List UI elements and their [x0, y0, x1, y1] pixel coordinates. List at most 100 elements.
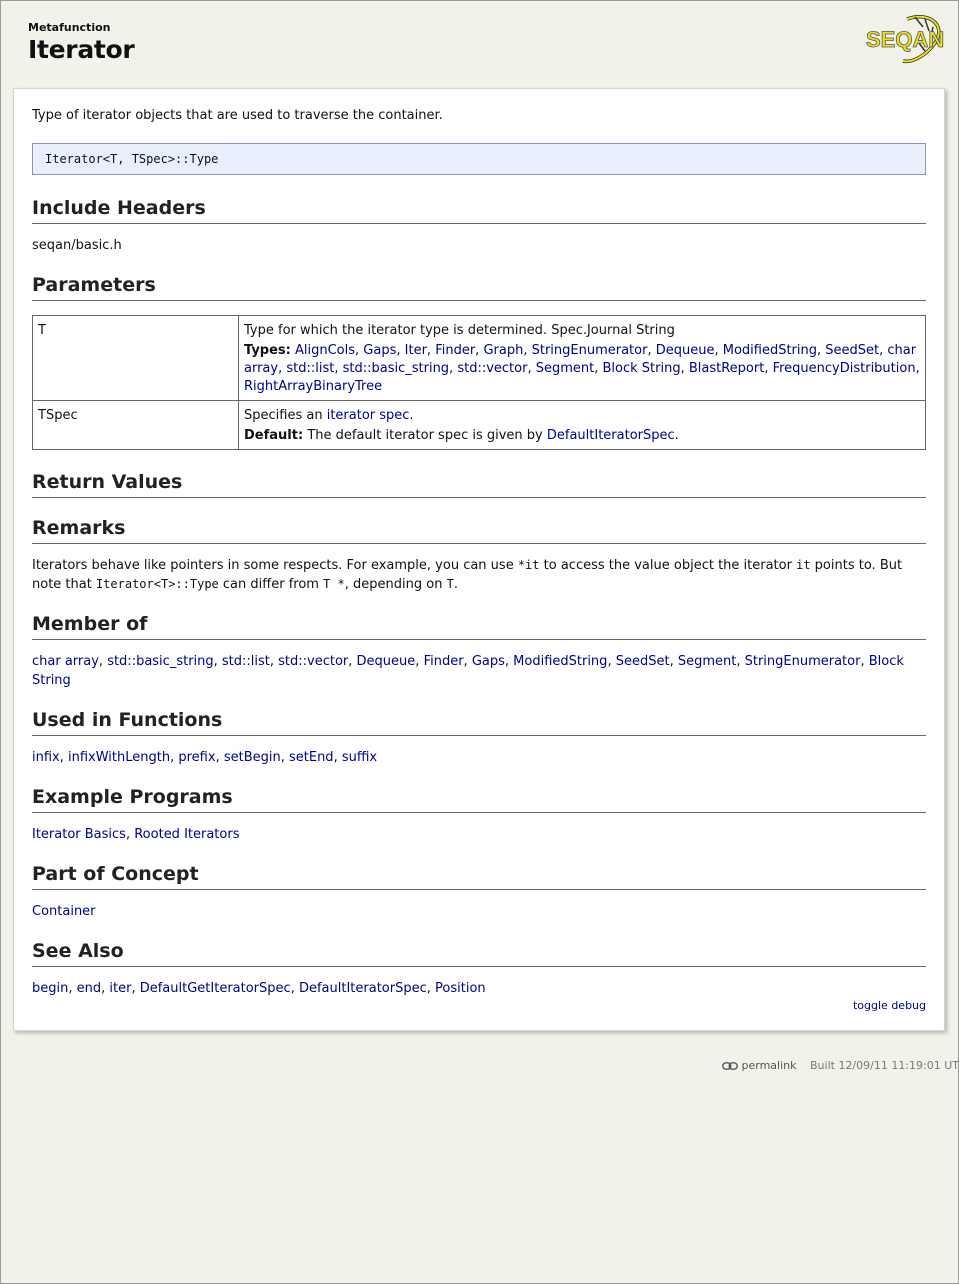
- entity-kind: Metafunction: [28, 21, 111, 34]
- link-iter[interactable]: iter: [109, 981, 131, 996]
- toggle-debug-link[interactable]: toggle debug: [853, 999, 926, 1012]
- link-setend[interactable]: setEnd: [289, 750, 334, 765]
- link-rightarraybinarytree[interactable]: RightArrayBinaryTree: [244, 379, 382, 394]
- link-aligncols[interactable]: AlignCols: [295, 343, 355, 358]
- link-begin[interactable]: begin: [32, 981, 68, 996]
- member-of-links: char array, std::basic_string, std::list…: [32, 654, 904, 688]
- code-snippet: T: [446, 577, 454, 591]
- code-snippet: *it: [517, 558, 540, 572]
- link-frequencydistribution[interactable]: FrequencyDistribution: [773, 361, 916, 376]
- footer: permalink Built 12/09/11 11:19:01 UTC: [722, 1059, 959, 1072]
- link-segment[interactable]: Segment: [678, 654, 737, 669]
- link-std-list[interactable]: std::list: [222, 654, 270, 669]
- summary: Type of iterator objects that are used t…: [32, 108, 443, 123]
- section-see-also: See Also begin, end, iter, DefaultGetIte…: [32, 939, 926, 998]
- part-of-concept-heading: Part of Concept: [32, 862, 926, 890]
- signature-box: Iterator<T, TSpec>::Type: [32, 143, 926, 175]
- default-suffix: .: [674, 428, 679, 443]
- example-programs-links: Iterator Basics, Rooted Iterators: [32, 827, 240, 842]
- see-also-links: begin, end, iter, DefaultGetIteratorSpec…: [32, 981, 486, 996]
- default-text: The default iterator spec is given by: [307, 428, 543, 443]
- parameters-heading: Parameters: [32, 273, 926, 301]
- param-name: T: [32, 315, 239, 401]
- link-gaps[interactable]: Gaps: [472, 654, 505, 669]
- link-modifiedstring[interactable]: ModifiedString: [513, 654, 607, 669]
- member-of-heading: Member of: [32, 612, 926, 640]
- param-types: Types: AlignCols, Gaps, Iter, Finder, Gr…: [244, 342, 920, 396]
- link-defaultiteratorspec[interactable]: DefaultIteratorSpec: [299, 981, 427, 996]
- link-std-basic-string[interactable]: std::basic_string: [343, 361, 449, 376]
- link-stringenumerator[interactable]: StringEnumerator: [745, 654, 861, 669]
- types-label: Types:: [244, 343, 291, 358]
- link-std-vector[interactable]: std::vector: [457, 361, 527, 376]
- link-block-string[interactable]: Block String: [602, 361, 680, 376]
- link-segment[interactable]: Segment: [536, 361, 595, 376]
- remarks-text: Iterators behave like pointers in some r…: [32, 558, 903, 592]
- page-header: Metafunction Iterator: [28, 21, 135, 64]
- section-return-values: Return Values: [32, 470, 926, 498]
- link-finder[interactable]: Finder: [424, 654, 464, 669]
- link-iter[interactable]: Iter: [405, 343, 427, 358]
- default-iterator-spec-link[interactable]: DefaultIteratorSpec: [547, 428, 675, 443]
- section-include-headers: Include Headers seqan/basic.h: [32, 196, 926, 255]
- section-part-of-concept: Part of Concept Container: [32, 862, 926, 921]
- link-rooted-iterators[interactable]: Rooted Iterators: [134, 827, 239, 842]
- used-in-functions-heading: Used in Functions: [32, 708, 926, 736]
- section-used-in-functions: Used in Functions infix, infixWithLength…: [32, 708, 926, 767]
- param-description-cell: Specifies an iterator spec. Default: The…: [238, 400, 926, 450]
- see-also-heading: See Also: [32, 939, 926, 967]
- part-of-concept-links: Container: [32, 902, 926, 921]
- link-graph[interactable]: Graph: [483, 343, 523, 358]
- param-description-cell: Type for which the iterator type is dete…: [238, 315, 926, 401]
- table-row: TSpec Specifies an iterator spec. Defaul…: [32, 400, 926, 450]
- param-name: TSpec: [32, 400, 239, 450]
- code-snippet: T *: [323, 577, 345, 591]
- link-defaultgetiteratorspec[interactable]: DefaultGetIteratorSpec: [140, 981, 291, 996]
- include-headers-heading: Include Headers: [32, 196, 926, 224]
- param-description: Specifies an iterator spec.: [244, 407, 920, 425]
- link-icon: [722, 1062, 738, 1070]
- link-container[interactable]: Container: [32, 904, 96, 919]
- link-blastreport[interactable]: BlastReport: [689, 361, 764, 376]
- link-infixwithlength[interactable]: infixWithLength: [68, 750, 170, 765]
- link-modifiedstring[interactable]: ModifiedString: [723, 343, 817, 358]
- section-remarks: Remarks Iterators behave like pointers i…: [32, 516, 926, 594]
- parameters-table: T Type for which the iterator type is de…: [32, 315, 926, 450]
- link-dequeue[interactable]: Dequeue: [656, 343, 715, 358]
- description-text: Specifies an: [244, 408, 323, 423]
- link-std-list[interactable]: std::list: [286, 361, 334, 376]
- link-end[interactable]: end: [77, 981, 102, 996]
- remarks-heading: Remarks: [32, 516, 926, 544]
- link-std-vector[interactable]: std::vector: [278, 654, 348, 669]
- link-stringenumerator[interactable]: StringEnumerator: [532, 343, 648, 358]
- permalink-link[interactable]: permalink: [742, 1059, 797, 1072]
- used-in-functions-links: infix, infixWithLength, prefix, setBegin…: [32, 750, 378, 765]
- link-setbegin[interactable]: setBegin: [224, 750, 281, 765]
- example-programs-heading: Example Programs: [32, 785, 926, 813]
- types-list: AlignCols, Gaps, Iter, Finder, Graph, St…: [244, 343, 920, 394]
- param-description: Type for which the iterator type is dete…: [244, 323, 675, 338]
- link-char-array[interactable]: char array: [32, 654, 99, 669]
- link-infix[interactable]: infix: [32, 750, 60, 765]
- link-iterator-basics[interactable]: Iterator Basics: [32, 827, 126, 842]
- code-snippet: it: [796, 558, 811, 572]
- link-seedset[interactable]: SeedSet: [616, 654, 670, 669]
- return-values-heading: Return Values: [32, 470, 926, 498]
- link-dequeue[interactable]: Dequeue: [357, 654, 416, 669]
- code-snippet: Iterator<T>::Type: [95, 577, 219, 591]
- link-finder[interactable]: Finder: [435, 343, 475, 358]
- section-member-of: Member of char array, std::basic_string,…: [32, 612, 926, 690]
- logo-text: SEQAN: [866, 27, 944, 52]
- iterator-spec-link[interactable]: iterator spec: [327, 408, 410, 423]
- link-std-basic-string[interactable]: std::basic_string: [107, 654, 213, 669]
- seqan-logo[interactable]: SEQAN: [863, 13, 945, 65]
- table-row: T Type for which the iterator type is de…: [32, 315, 926, 401]
- description-suffix: .: [409, 408, 414, 423]
- link-gaps[interactable]: Gaps: [363, 343, 396, 358]
- link-suffix[interactable]: suffix: [342, 750, 377, 765]
- link-prefix[interactable]: prefix: [178, 750, 215, 765]
- include-header-value: seqan/basic.h: [32, 238, 122, 253]
- link-seedset[interactable]: SeedSet: [825, 343, 879, 358]
- param-default: Default: The default iterator spec is gi…: [244, 427, 920, 445]
- link-position[interactable]: Position: [435, 981, 486, 996]
